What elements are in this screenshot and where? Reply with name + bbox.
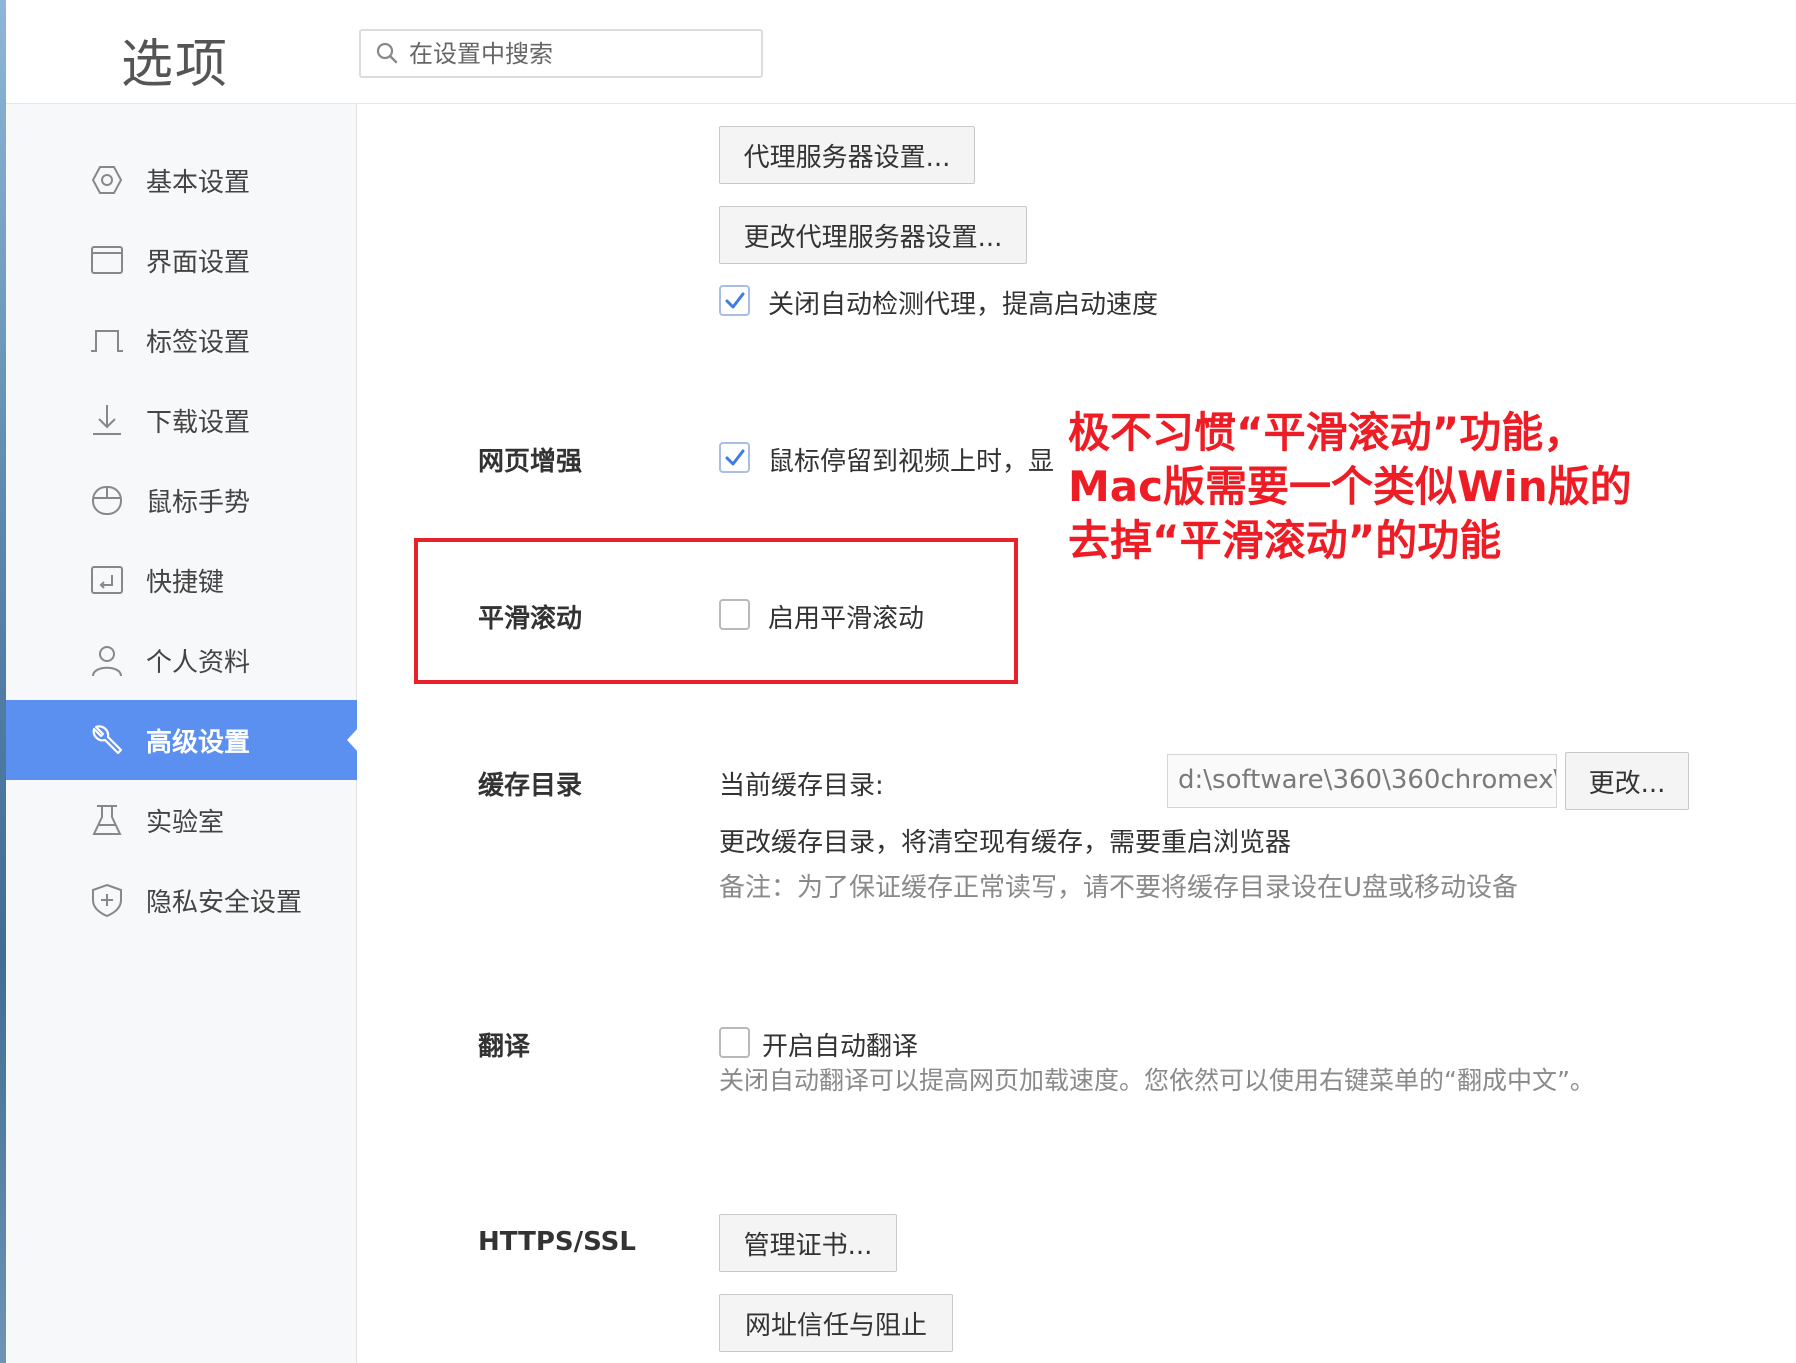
wrench-icon: [92, 725, 123, 755]
sidebar-item-mouse-gesture[interactable]: 鼠标手势: [6, 460, 357, 540]
url-trust-block-button[interactable]: 网址信任与阻止: [719, 1294, 953, 1352]
auto-translate-checkbox[interactable]: [719, 1027, 750, 1058]
sidebar-item-label: 高级设置: [146, 728, 251, 758]
window-icon: [91, 246, 123, 274]
cache-remark: 备注：为了保证缓存正常读写，请不要将缓存目录设在U盘或移动设备: [719, 873, 1519, 903]
sidebar-item-label: 基本设置: [146, 168, 251, 198]
sidebar-item-advanced[interactable]: 高级设置: [6, 700, 358, 780]
sidebar-item-shortcuts[interactable]: 快捷键: [6, 540, 357, 620]
gear-hexagon-icon: [91, 166, 123, 194]
search-box[interactable]: [359, 29, 763, 78]
sidebar-item-label: 下载设置: [146, 408, 251, 438]
cache-path-field[interactable]: d:\software\360\360chromex\ch: [1167, 754, 1557, 808]
cache-dir-title: 缓存目录: [478, 771, 583, 801]
page-title: 选项: [121, 35, 230, 95]
https-ssl-title: HTTPS/SSL: [478, 1227, 636, 1257]
sidebar-item-label: 个人资料: [146, 648, 251, 678]
annotation-line: Mac版需要一个类似Win版的: [1068, 462, 1632, 511]
proxy-settings-button[interactable]: 代理服务器设置...: [719, 126, 975, 184]
sidebar-item-label: 标签设置: [146, 328, 251, 358]
sidebar-item-profile[interactable]: 个人资料: [6, 620, 357, 700]
header-bar: 选项: [6, 0, 1796, 104]
video-hover-checkbox[interactable]: [719, 442, 750, 473]
sidebar-item-label: 快捷键: [146, 568, 225, 598]
sidebar-item-label: 界面设置: [146, 248, 251, 278]
disable-proxy-autodetect-label: 关闭自动检测代理，提高启动速度: [768, 290, 1159, 320]
search-icon: [376, 42, 398, 64]
sidebar-item-label: 鼠标手势: [146, 488, 251, 518]
annotation-text: 极不习惯“平滑滚动”功能， Mac版需要一个类似Win版的 去掉“平滑滚动”的功…: [1068, 406, 1768, 568]
search-input[interactable]: [409, 37, 749, 71]
sidebar-item-download[interactable]: 下载设置: [6, 380, 357, 460]
user-icon: [92, 646, 122, 677]
tab-icon: [91, 330, 123, 352]
download-icon: [93, 405, 121, 435]
change-proxy-settings-button[interactable]: 更改代理服务器设置...: [719, 206, 1027, 264]
sidebar-item-interface[interactable]: 界面设置: [6, 220, 357, 300]
keyboard-shortcut-icon: [91, 566, 123, 594]
checkmark-icon: [725, 292, 745, 309]
flask-icon: [92, 805, 122, 835]
sidebar-item-lab[interactable]: 实验室: [6, 780, 357, 860]
annotation-line: 极不习惯“平滑滚动”功能，: [1068, 408, 1586, 457]
sidebar: 基本设置 界面设置 标签设置 下载设置 鼠标手势 快捷键 个人资料 高级设置 实…: [6, 104, 358, 1363]
checkmark-icon: [725, 449, 745, 466]
manage-certificates-button[interactable]: 管理证书...: [719, 1214, 897, 1272]
web-enhance-title: 网页增强: [478, 447, 583, 477]
sidebar-item-privacy[interactable]: 隐私安全设置: [6, 860, 357, 940]
auto-translate-hint: 关闭自动翻译可以提高网页加载速度。您依然可以使用右键菜单的“翻成中文”。: [719, 1066, 1595, 1095]
shield-icon: [92, 883, 122, 917]
change-cache-dir-button[interactable]: 更改...: [1565, 752, 1689, 810]
video-hover-label: 鼠标停留到视频上时，显: [768, 447, 1055, 477]
settings-content: 代理服务器设置... 更改代理服务器设置... 关闭自动检测代理，提高启动速度 …: [357, 104, 1796, 1363]
sidebar-item-basic[interactable]: 基本设置: [6, 140, 357, 220]
translate-title: 翻译: [478, 1032, 531, 1062]
cache-change-note: 更改缓存目录，将清空现有缓存，需要重启浏览器: [719, 828, 1292, 858]
auto-translate-label: 开启自动翻译: [762, 1032, 919, 1062]
sidebar-item-label: 隐私安全设置: [146, 888, 303, 918]
mouse-icon: [92, 486, 122, 515]
disable-proxy-autodetect-checkbox[interactable]: [719, 285, 750, 316]
smooth-scroll-highlight-box: [414, 538, 1018, 684]
sidebar-item-label: 实验室: [146, 808, 225, 838]
sidebar-item-tabs[interactable]: 标签设置: [6, 300, 357, 380]
annotation-line: 去掉“平滑滚动”的功能: [1068, 516, 1502, 565]
current-cache-dir-label: 当前缓存目录:: [719, 771, 884, 801]
